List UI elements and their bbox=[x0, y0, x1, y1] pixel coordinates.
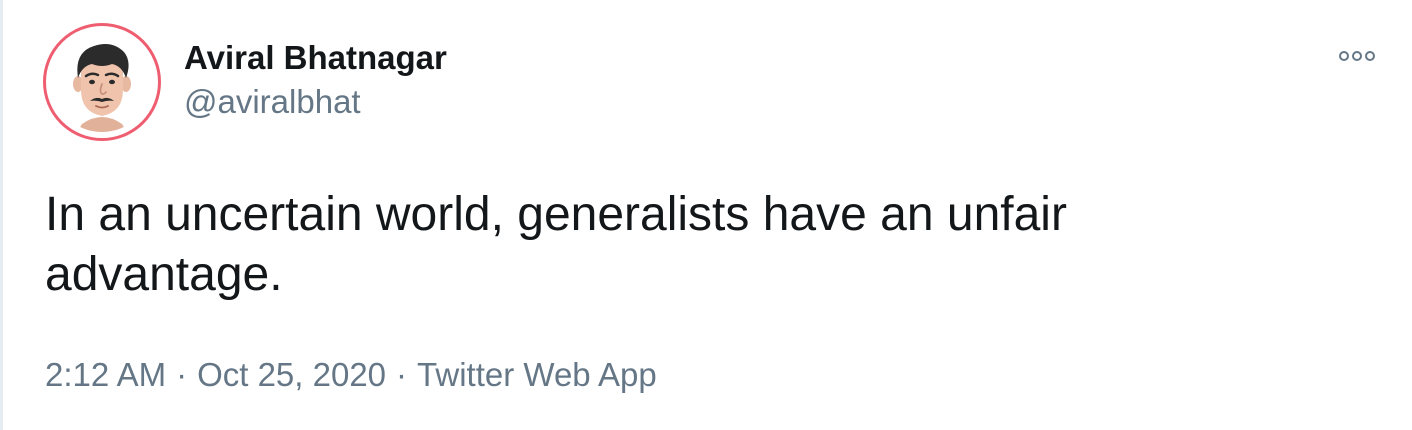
tweet-text: In an uncertain world, generalists have … bbox=[45, 188, 1067, 301]
more-options-icon bbox=[1339, 51, 1375, 61]
more-options-button[interactable] bbox=[1334, 42, 1380, 70]
tweet-time[interactable]: 2:12 AM bbox=[45, 356, 166, 393]
avatar[interactable] bbox=[43, 23, 161, 141]
meta-separator: · bbox=[396, 356, 408, 393]
tweet-metadata: 2:12 AM · Oct 25, 2020 · Twitter Web App bbox=[45, 354, 657, 396]
author-name[interactable]: Aviral Bhatnagar bbox=[184, 38, 447, 78]
meta-separator: · bbox=[176, 356, 188, 393]
tweet-source[interactable]: Twitter Web App bbox=[417, 356, 657, 393]
avatar-illustration-icon bbox=[52, 32, 152, 132]
tweet-card: Aviral Bhatnagar @aviralbhat In an uncer… bbox=[0, 0, 1412, 430]
author-handle[interactable]: @aviralbhat bbox=[184, 82, 361, 122]
tweet-date[interactable]: Oct 25, 2020 bbox=[197, 356, 386, 393]
